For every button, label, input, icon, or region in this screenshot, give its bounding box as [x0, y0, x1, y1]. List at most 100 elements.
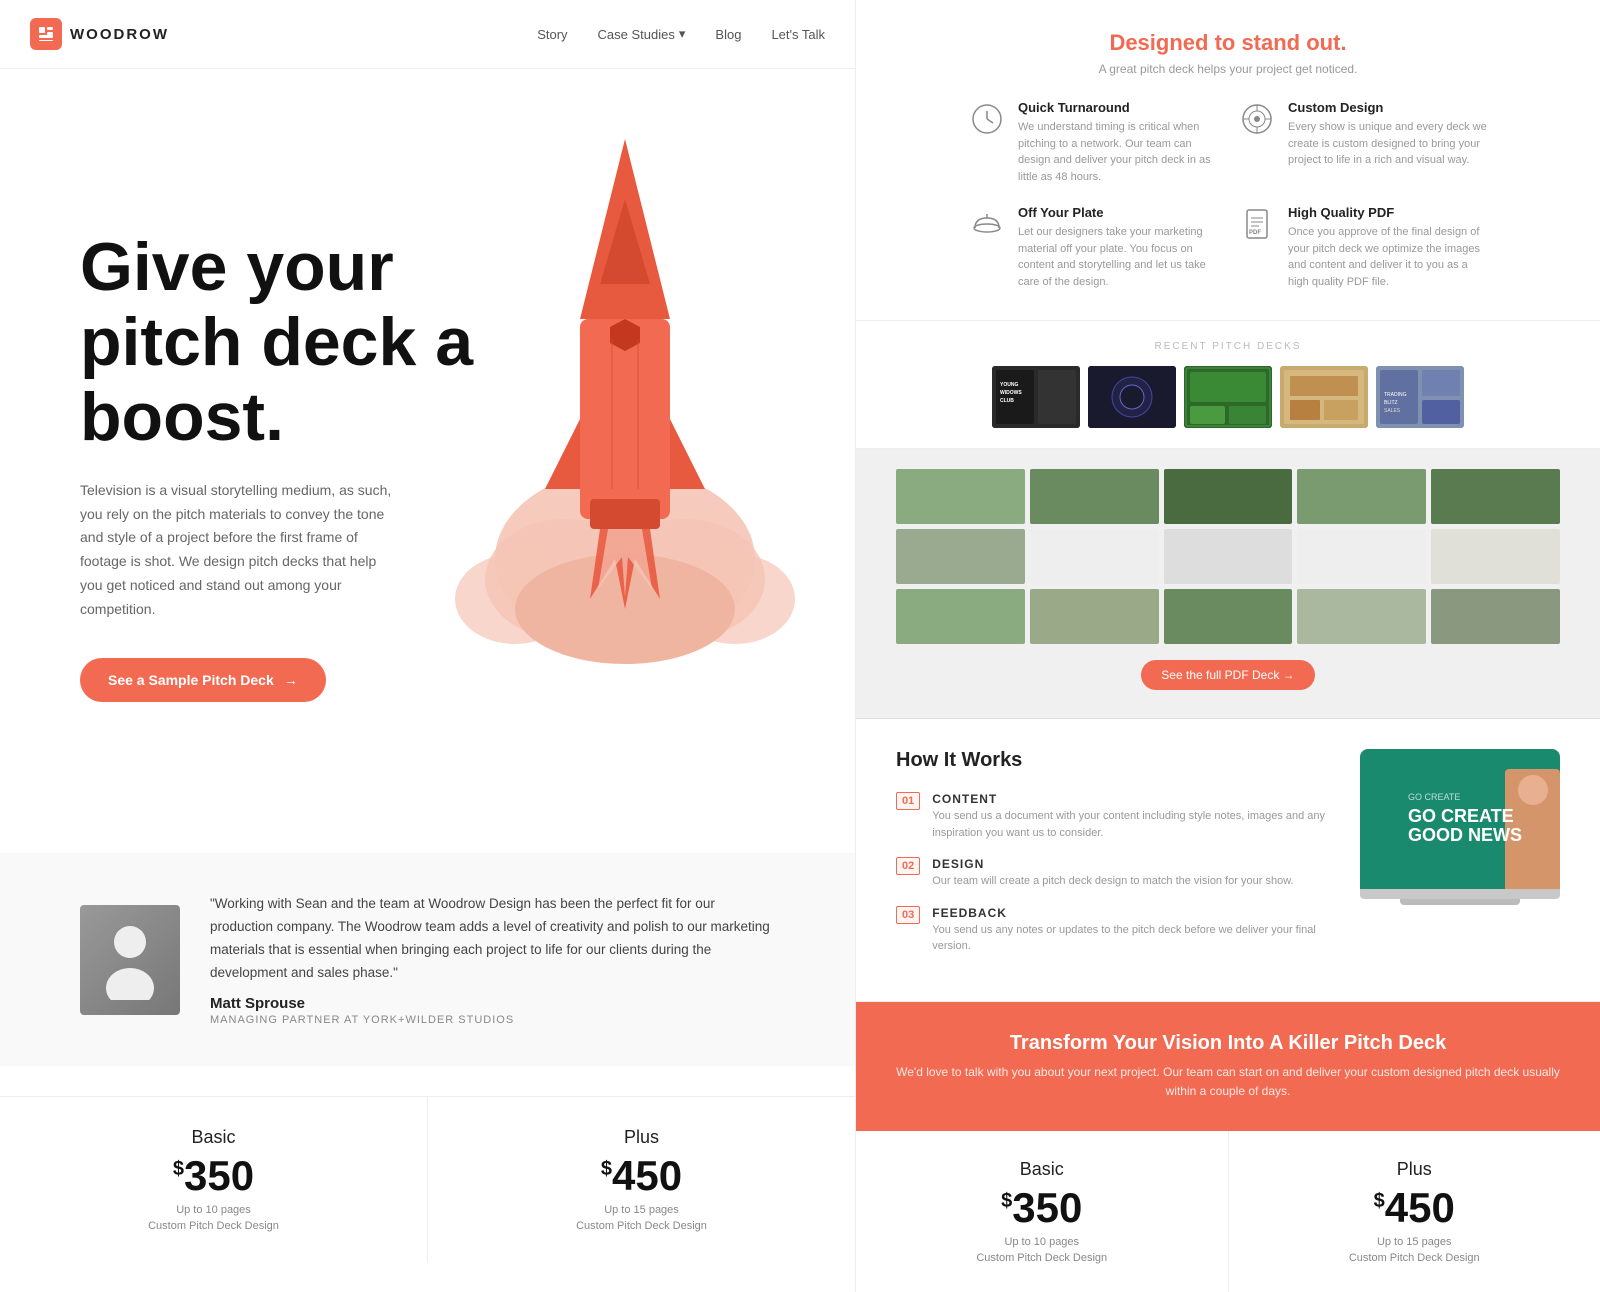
hero-section: Give your pitch deck a boost. Television… [0, 69, 855, 853]
testimonial-content: "Working with Sean and the team at Woodr… [210, 893, 775, 1026]
sample-thumb-4[interactable] [1280, 366, 1368, 428]
sample-thumb-3[interactable] [1184, 366, 1272, 428]
pricing-basic-name: Basic [40, 1127, 387, 1148]
deck-thumb-3 [1164, 469, 1293, 524]
feature-desc-3: Once you approve of the final design of … [1288, 224, 1488, 290]
svg-text:CLUB: CLUB [1000, 398, 1014, 404]
right-pricing-plus: Plus $450 Up to 15 pages Custom Pitch De… [1228, 1131, 1600, 1292]
deck-thumb-2 [1030, 469, 1159, 524]
deck-thumb-11 [896, 589, 1025, 644]
testimonial-name: Matt Sprouse [210, 995, 775, 1012]
step-3-num: 03 [896, 906, 920, 924]
nav-blog[interactable]: Blog [715, 27, 741, 42]
feature-pdf: PDF High Quality PDF Once you approve of… [1238, 205, 1488, 290]
feature-custom-design: Custom Design Every show is unique and e… [1238, 100, 1488, 185]
laptop-base [1360, 889, 1560, 899]
step-1-desc: You send us a document with your content… [932, 808, 1330, 841]
step-2: 02 DESIGN Our team will create a pitch d… [896, 857, 1330, 890]
hero-description: Television is a visual storytelling medi… [80, 479, 400, 622]
pitch-samples-label: RECENT PITCH DECKS [896, 341, 1560, 352]
designed-section: Designed to stand out. A great pitch dec… [856, 0, 1600, 321]
pricing-basic-pages: Up to 10 pages [40, 1204, 387, 1216]
step-2-label: DESIGN [932, 857, 1293, 871]
deck-thumb-4 [1297, 469, 1426, 524]
right-pricing-basic: Basic $350 Up to 10 pages Custom Pitch D… [856, 1131, 1228, 1292]
right-pricing-plus-price: $450 [1259, 1184, 1571, 1232]
deck-thumb-13 [1164, 589, 1293, 644]
svg-text:SALES: SALES [1384, 408, 1401, 414]
pricing-section: Basic $350 Up to 10 pages Custom Pitch D… [0, 1066, 855, 1292]
svg-text:PDF: PDF [1249, 230, 1261, 236]
sample-thumb-5[interactable]: TRADING BLITZ SALES [1376, 366, 1464, 428]
samples-thumbnails: YOUNG WIDOWS CLUB [896, 366, 1560, 428]
svg-text:WIDOWS: WIDOWS [1000, 390, 1022, 396]
nav-story[interactable]: Story [537, 27, 567, 42]
logo[interactable]: WOODROW [30, 18, 169, 50]
feature-desc-0: We understand timing is critical when pi… [1018, 119, 1218, 185]
cta-banner-desc: We'd love to talk with you about your ne… [896, 1063, 1560, 1101]
see-full-deck-button[interactable]: See the full PDF Deck → [1141, 660, 1314, 690]
feature-desc-2: Let our designers take your marketing ma… [1018, 224, 1218, 290]
laptop-headline: GO CREATE GOOD NEWS [1408, 807, 1522, 847]
laptop-screen: GO CREATE GO CREATE GOOD NEWS [1360, 749, 1560, 889]
design-icon [1238, 100, 1276, 138]
svg-text:TRADING: TRADING [1384, 392, 1407, 398]
pricing-plus-name: Plus [468, 1127, 815, 1148]
pricing-plus-price: $450 [468, 1152, 815, 1200]
step-1-label: CONTENT [932, 792, 1330, 806]
left-panel: WOODROW Story Case Studies ▾ Blog Let's … [0, 0, 855, 1292]
nav-case-studies[interactable]: Case Studies ▾ [598, 26, 686, 42]
pricing-basic-price: $350 [40, 1152, 387, 1200]
deck-thumb-12 [1030, 589, 1159, 644]
hero-title: Give your pitch deck a boost. [80, 230, 480, 454]
feature-title-1: Custom Design [1288, 100, 1488, 115]
how-title: How It Works [896, 749, 1330, 772]
nav-lets-talk[interactable]: Let's Talk [771, 27, 825, 42]
right-pricing-basic-price: $350 [886, 1184, 1198, 1232]
designed-title: Designed to stand out. [896, 30, 1560, 56]
feature-title-3: High Quality PDF [1288, 205, 1488, 220]
navigation: WOODROW Story Case Studies ▾ Blog Let's … [0, 0, 855, 69]
laptop-stand [1400, 899, 1520, 905]
figure-head [1518, 775, 1548, 805]
pdf-icon: PDF [1238, 205, 1276, 243]
testimonial-section: "Working with Sean and the team at Woodr… [0, 853, 855, 1066]
deck-thumb-5 [1431, 469, 1560, 524]
deck-thumb-1 [896, 469, 1025, 524]
right-pricing-plus-feature: Custom Pitch Deck Design [1259, 1252, 1571, 1264]
sample-pitch-deck-button[interactable]: See a Sample Pitch Deck → [80, 658, 326, 702]
logo-icon [30, 18, 62, 50]
nav-links: Story Case Studies ▾ Blog Let's Talk [537, 26, 825, 42]
hero-text: Give your pitch deck a boost. Television… [80, 230, 480, 701]
sample-thumb-2[interactable] [1088, 366, 1176, 428]
logo-text: WOODROW [70, 26, 169, 43]
right-pricing-basic-name: Basic [886, 1159, 1198, 1180]
how-it-works-section: How It Works 01 CONTENT You send us a do… [856, 719, 1600, 1002]
how-content: How It Works 01 CONTENT You send us a do… [896, 749, 1330, 971]
cta-banner: Transform Your Vision Into A Killer Pitc… [856, 1002, 1600, 1131]
pricing-basic-feature: Custom Pitch Deck Design [40, 1220, 387, 1232]
feature-quick-turnaround: Quick Turnaround We understand timing is… [968, 100, 1218, 185]
sample-thumb-1[interactable]: YOUNG WIDOWS CLUB [992, 366, 1080, 428]
cta-banner-title: Transform Your Vision Into A Killer Pitc… [896, 1032, 1560, 1055]
pricing-plus: Plus $450 Up to 15 pages Custom Pitch De… [427, 1096, 855, 1262]
step-3-desc: You send us any notes or updates to the … [932, 922, 1330, 955]
right-pricing-basic-pages: Up to 10 pages [886, 1236, 1198, 1248]
step-3: 03 FEEDBACK You send us any notes or upd… [896, 906, 1330, 955]
laptop-mockup: GO CREATE GO CREATE GOOD NEWS [1360, 749, 1560, 971]
pricing-basic: Basic $350 Up to 10 pages Custom Pitch D… [0, 1096, 427, 1262]
clock-icon [968, 100, 1006, 138]
testimonial-quote: "Working with Sean and the team at Woodr… [210, 893, 775, 985]
dropdown-arrow-icon: ▾ [679, 26, 686, 42]
right-pricing-plus-name: Plus [1259, 1159, 1571, 1180]
deck-thumb-9 [1297, 529, 1426, 584]
feature-desc-1: Every show is unique and every deck we c… [1288, 119, 1488, 169]
feature-off-plate: Off Your Plate Let our designers take yo… [968, 205, 1218, 290]
designed-subtitle: A great pitch deck helps your project ge… [896, 62, 1560, 76]
testimonial-role: MANAGING PARTNER AT YORK+WILDER STUDIOS [210, 1014, 775, 1026]
deck-thumb-8 [1164, 529, 1293, 584]
right-pricing-section: Basic $350 Up to 10 pages Custom Pitch D… [856, 1131, 1600, 1292]
step-2-num: 02 [896, 857, 920, 875]
step-1-num: 01 [896, 792, 920, 810]
right-pricing-basic-feature: Custom Pitch Deck Design [886, 1252, 1198, 1264]
